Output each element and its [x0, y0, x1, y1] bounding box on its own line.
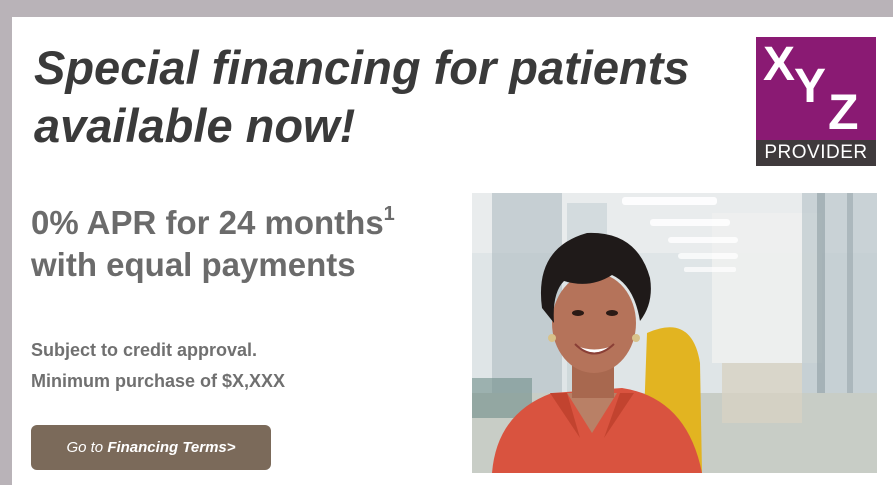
- offer-line-1: 0% APR for 24 months: [31, 204, 384, 241]
- logo-subtitle: PROVIDER: [756, 140, 876, 166]
- logo-letter-y: Y: [794, 60, 827, 113]
- patient-photo: [472, 193, 877, 473]
- financing-terms-button[interactable]: Go to Financing Terms>: [31, 425, 271, 470]
- cta-prefix: Go to: [66, 439, 108, 456]
- offer-footnote-marker: 1: [383, 203, 395, 225]
- logo-letter-x: X: [763, 38, 796, 91]
- headline-line-1: Special financing for patients: [34, 41, 690, 94]
- xyz-provider-logo: X Y Z PROVIDER: [756, 37, 876, 166]
- cta-label: Financing Terms>: [107, 439, 236, 456]
- logo-letter-z: Z: [828, 84, 859, 140]
- offer-line-2: with equal payments: [31, 246, 356, 283]
- logo-mark: X Y Z: [756, 37, 876, 140]
- financing-ad-panel: Special financing for patients available…: [12, 17, 893, 485]
- minimum-purchase-note: Minimum purchase of $X,XXX: [31, 371, 286, 391]
- page-title: Special financing for patients available…: [34, 39, 734, 155]
- offer-heading: 0% APR for 24 months1 with equal payment…: [31, 202, 461, 286]
- credit-approval-note: Subject to credit approval.: [31, 340, 258, 360]
- headline-line-2: available now!: [34, 99, 356, 152]
- fine-print: Subject to credit approval. Minimum purc…: [31, 335, 451, 397]
- patient-photo-illustration: [472, 193, 877, 473]
